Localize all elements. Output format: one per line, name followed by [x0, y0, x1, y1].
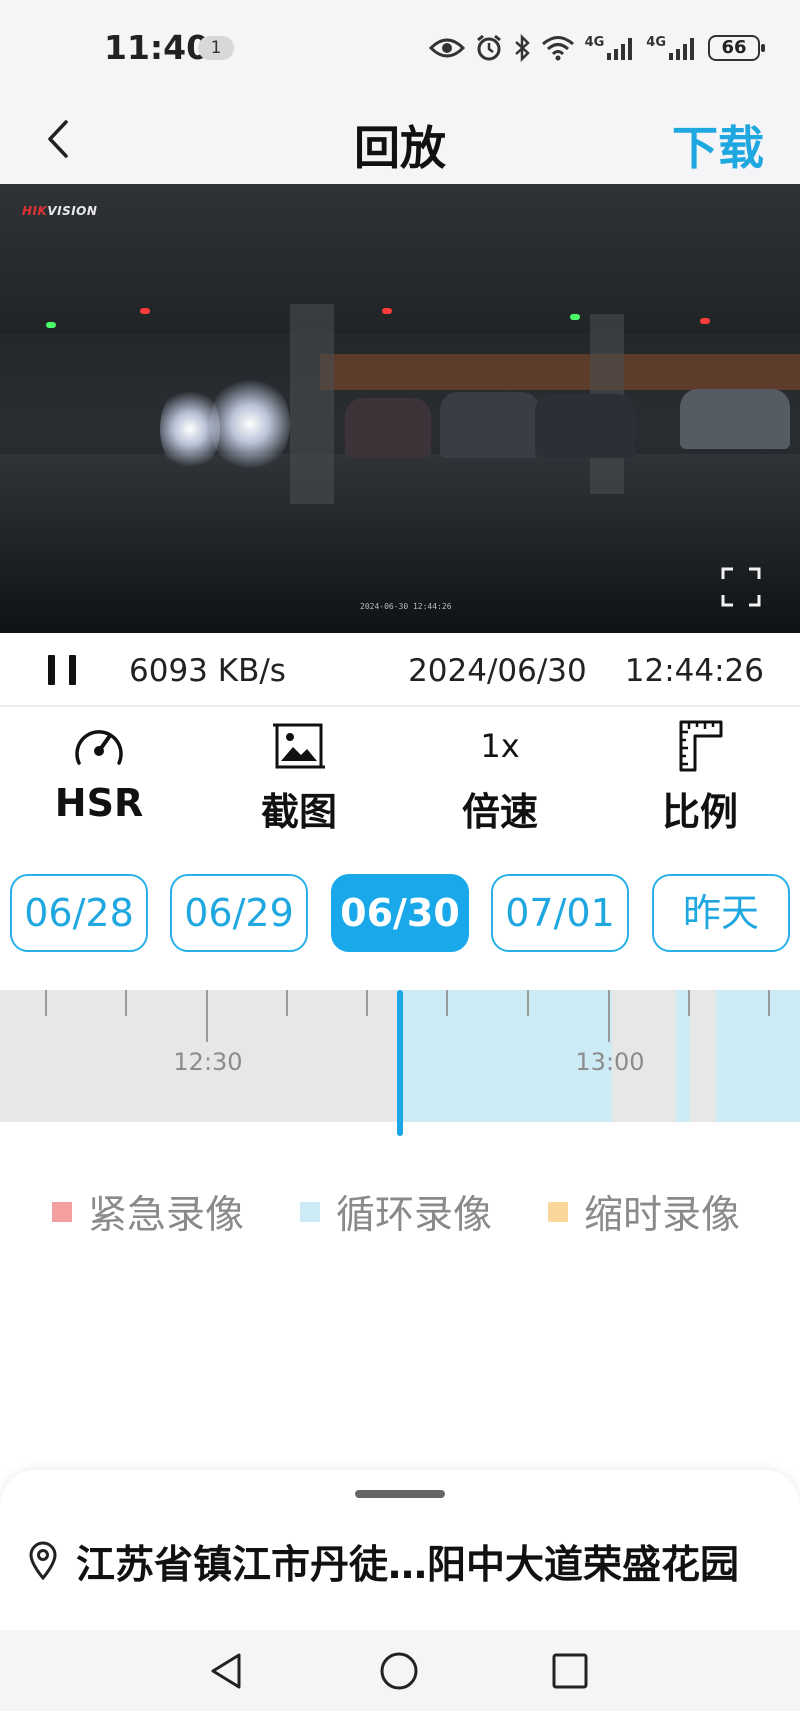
- pause-icon: [69, 655, 76, 685]
- chevron-left-icon: [48, 120, 68, 158]
- legend-loop-label: 循环录像: [336, 1193, 493, 1238]
- video-scene: [46, 322, 56, 328]
- timeline-playhead[interactable]: [397, 990, 403, 1136]
- timeline-tick-label: 12:30: [173, 1048, 243, 1076]
- date-chip-0629[interactable]: 06/29: [170, 874, 308, 952]
- timeline-tick: [45, 990, 47, 1016]
- screenshot-label: 截图: [260, 790, 337, 834]
- pause-button[interactable]: [46, 653, 80, 687]
- video-brand-logo: HIKVISION: [22, 204, 98, 218]
- legend-timelapse-label: 缩时录像: [584, 1193, 741, 1238]
- date-chip-yesterday[interactable]: 昨天: [652, 874, 790, 952]
- video-scene: [140, 308, 150, 314]
- legend-emergency: 紧急录像: [52, 1184, 244, 1240]
- alarm-icon: [476, 34, 501, 61]
- system-navigation-bar: [0, 1630, 800, 1711]
- timeline-tick: [125, 990, 127, 1016]
- speed-value-wrap: 1x: [430, 715, 570, 777]
- nav-recents-button[interactable]: [545, 1646, 595, 1696]
- network-type-1: 4G: [584, 34, 605, 50]
- video-player[interactable]: HIKVISION 2024-06-30 12:44:26: [0, 184, 800, 633]
- timeline-tick: [366, 990, 368, 1016]
- image-icon: [229, 715, 369, 777]
- video-scene: [535, 394, 635, 458]
- signal-icon: [669, 38, 694, 60]
- ruler-icon: [630, 715, 770, 777]
- video-scene: [700, 318, 710, 324]
- bluetooth-icon: [514, 34, 530, 62]
- signal-icon: [607, 38, 633, 60]
- legend-timelapse: 缩时录像: [548, 1184, 740, 1240]
- video-scene: [210, 374, 290, 474]
- timeline-tick: [286, 990, 288, 1016]
- legend-emergency-label: 紧急录像: [88, 1193, 245, 1238]
- speed-value: 1x: [480, 727, 520, 765]
- timeline-tick: [688, 990, 690, 1016]
- playback-datetime: 2024/06/30 12:44:26: [408, 653, 764, 689]
- status-bar: 11:40 1 4G 4G 66: [0, 0, 800, 96]
- playback-info-bar: 6093 KB/s 2024/06/30 12:44:26: [0, 633, 800, 707]
- video-scene: [440, 392, 540, 458]
- nav-back-button[interactable]: [202, 1646, 252, 1696]
- timeline-tick: [527, 990, 529, 1016]
- legend-swatch-loop: [300, 1202, 320, 1222]
- network-type-2: 4G: [646, 34, 666, 50]
- wifi-icon: [541, 36, 574, 61]
- loop-recording-segment: [716, 990, 800, 1122]
- location-pin-icon: [28, 1540, 58, 1581]
- pause-icon: [48, 655, 55, 685]
- aspect-ratio-button[interactable]: 比例: [630, 715, 770, 835]
- video-scene: [345, 398, 431, 458]
- nav-home-button[interactable]: [374, 1646, 424, 1696]
- speed-button[interactable]: 1x 倍速: [430, 715, 570, 835]
- screenshot-button[interactable]: 截图: [229, 715, 369, 835]
- timeline-tick: [446, 990, 448, 1016]
- bitrate-readout: 6093 KB/s: [129, 653, 286, 689]
- location-sheet[interactable]: 江苏省镇江市丹徒…阳中大道荣盛花园: [0, 1470, 800, 1630]
- aspect-ratio-label: 比例: [661, 790, 738, 834]
- eye-icon: [428, 38, 465, 58]
- video-scene: [0, 184, 800, 334]
- hsr-label: HSR: [54, 781, 144, 825]
- timeline-tick: [608, 990, 610, 1042]
- status-icons: 4G 4G 66: [428, 28, 765, 68]
- speedometer-icon: [29, 715, 169, 777]
- video-scene: [382, 308, 392, 314]
- video-scene: [320, 354, 800, 390]
- video-timestamp-overlay: 2024-06-30 12:44:26: [360, 602, 452, 611]
- fullscreen-button[interactable]: [720, 566, 762, 608]
- speed-label: 倍速: [461, 790, 538, 834]
- notification-badge: 1: [198, 36, 234, 60]
- playback-time: 12:44:26: [624, 653, 764, 689]
- download-button[interactable]: 下载: [672, 112, 764, 178]
- triangle-back-icon: [211, 1653, 241, 1689]
- legend-swatch-timelapse: [548, 1202, 568, 1222]
- date-selector: 06/28 06/29 06/30 07/01 昨天: [0, 874, 800, 952]
- status-time: 11:40: [104, 28, 210, 67]
- date-chip-0630[interactable]: 06/30: [331, 874, 469, 952]
- battery-icon: 66: [708, 35, 765, 61]
- video-scene: [680, 389, 790, 449]
- date-chip-0628[interactable]: 06/28: [10, 874, 148, 952]
- back-button[interactable]: [36, 114, 86, 164]
- square-recents-icon: [552, 1653, 588, 1689]
- sheet-drag-handle[interactable]: [355, 1490, 445, 1498]
- date-chip-0701[interactable]: 07/01: [491, 874, 629, 952]
- fullscreen-icon: [721, 567, 761, 607]
- circle-home-icon: [380, 1652, 418, 1690]
- video-scene: [290, 304, 334, 504]
- header: 回放 下载: [0, 96, 800, 184]
- timeline-tick-label: 13:00: [575, 1048, 645, 1076]
- timeline-tick: [768, 990, 770, 1016]
- legend-loop: 循环录像: [300, 1184, 492, 1240]
- recording-legend: 紧急录像 循环录像 缩时录像: [0, 1184, 800, 1240]
- playback-date: 2024/06/30: [408, 653, 587, 689]
- legend-swatch-emergency: [52, 1202, 72, 1222]
- playback-toolbar: HSR 截图 1x 倍速 比例: [0, 707, 800, 837]
- video-scene: [570, 314, 580, 320]
- location-address: 江苏省镇江市丹徒…阳中大道荣盛花园: [76, 1543, 740, 1588]
- timeline-tick: [206, 990, 208, 1042]
- hsr-button[interactable]: HSR: [29, 715, 169, 835]
